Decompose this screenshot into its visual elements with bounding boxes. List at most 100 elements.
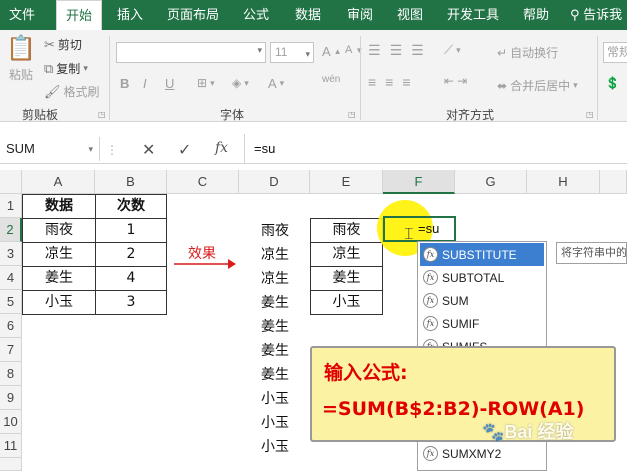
table-cell-e[interactable]: 雨夜 [310, 218, 383, 243]
autocomplete-item-label: SUBSTITUTE [442, 247, 517, 262]
autocomplete-item[interactable]: fx SUMIF [420, 312, 544, 335]
table-cell[interactable]: 1 [95, 218, 167, 243]
row-header[interactable]: 8 [0, 362, 22, 386]
row-header[interactable]: 4 [0, 266, 22, 290]
name-box[interactable]: SUM ▾ [0, 137, 100, 161]
orientation-button[interactable]: ⟋ ▾ [444, 42, 461, 58]
column-header[interactable]: H [527, 170, 600, 194]
table-cell[interactable]: 4 [95, 266, 167, 291]
font-size-select[interactable]: 11 ▾ [270, 42, 314, 63]
insert-function-button[interactable]: fx [215, 140, 228, 156]
paste-button[interactable]: 📋 粘贴 [6, 34, 36, 83]
align-top-icon: ☰ [368, 42, 387, 58]
cell-d[interactable]: 凉生 [245, 244, 305, 264]
dialog-launcher-icon[interactable]: ◳ [98, 110, 106, 119]
autocomplete-item[interactable]: fx SUM [420, 289, 544, 312]
table-cell[interactable]: 2 [95, 242, 167, 267]
formula-input[interactable]: =su [254, 141, 275, 156]
tab-formulas[interactable]: 公式 [236, 0, 276, 30]
row-header[interactable]: 5 [0, 290, 22, 314]
dialog-launcher-icon[interactable]: ◳ [586, 110, 594, 119]
table-cell[interactable]: 凉生 [22, 242, 96, 267]
cancel-button[interactable]: ✕ [142, 140, 155, 160]
cell-d[interactable]: 雨夜 [245, 220, 305, 240]
row-header[interactable]: 6 [0, 314, 22, 338]
align-left-icon: ≡ [368, 74, 383, 90]
cell-d[interactable]: 小玉 [245, 412, 305, 432]
column-header[interactable]: D [239, 170, 310, 194]
column-header[interactable]: A [22, 170, 95, 194]
copy-icon: ⧉ [44, 60, 54, 76]
horizontal-align-buttons[interactable]: ≡ ≡ ≡ [368, 74, 417, 90]
vertical-align-buttons[interactable]: ☰ ☰ ☰ [368, 42, 430, 59]
tab-data[interactable]: 数据 [288, 0, 328, 30]
column-header[interactable]: B [95, 170, 167, 194]
row-header[interactable]: 9 [0, 386, 22, 410]
select-all-corner[interactable] [0, 170, 22, 194]
enter-button[interactable]: ✓ [178, 140, 191, 160]
font-color-button[interactable]: A ▾ [268, 76, 284, 91]
column-header[interactable]: C [167, 170, 239, 194]
table-cell-e[interactable]: 姜生 [310, 266, 383, 291]
autocomplete-item[interactable]: fx SUMXMY2 [420, 442, 544, 465]
tab-insert[interactable]: 插入 [110, 0, 150, 30]
tab-view[interactable]: 视图 [390, 0, 430, 30]
table-header-data[interactable]: 数据 [22, 194, 96, 219]
table-cell[interactable]: 姜生 [22, 266, 96, 291]
tab-file[interactable]: 文件 [0, 0, 44, 30]
tab-review[interactable]: 审阅 [340, 0, 380, 30]
column-header-active[interactable]: F [383, 170, 455, 194]
row-header[interactable]: 7 [0, 338, 22, 362]
cell-d[interactable]: 小玉 [245, 388, 305, 408]
cell-d[interactable]: 姜生 [245, 340, 305, 360]
fill-color-button[interactable]: ◈ ▾ [232, 76, 249, 90]
cell-d[interactable]: 姜生 [245, 316, 305, 336]
table-cell[interactable]: 3 [95, 290, 167, 315]
indent-buttons[interactable]: ⇤ ⇥ [444, 74, 467, 88]
autocomplete-item[interactable]: fx SUBTOTAL [420, 266, 544, 289]
text-cursor-icon: ⌶ [404, 226, 414, 243]
column-header[interactable] [600, 170, 627, 194]
cut-label: 剪切 [57, 38, 82, 52]
currency-button[interactable]: 💲 [605, 76, 620, 90]
column-header[interactable]: G [455, 170, 527, 194]
font-name-select[interactable]: ▾ [116, 42, 266, 63]
cell-d[interactable]: 凉生 [245, 268, 305, 288]
tab-help[interactable]: 帮助 [516, 0, 556, 30]
table-header-count[interactable]: 次数 [95, 194, 167, 219]
cut-button[interactable]: ✂ 剪切 [44, 36, 82, 53]
column-header[interactable]: E [310, 170, 383, 194]
phonetic-button[interactable]: wén [322, 74, 340, 85]
cell-d[interactable]: 姜生 [245, 292, 305, 312]
search-icon: ⚲ [570, 7, 580, 22]
tab-page-layout[interactable]: 页面布局 [160, 0, 226, 30]
tab-developer[interactable]: 开发工具 [440, 0, 506, 30]
cell-d[interactable]: 姜生 [245, 364, 305, 384]
row-header[interactable]: 10 [0, 410, 22, 434]
table-cell[interactable]: 雨夜 [22, 218, 96, 243]
grow-font-button[interactable]: A ▲ [322, 44, 342, 59]
borders-button[interactable]: ⊞ ▾ [197, 76, 215, 90]
dialog-launcher-icon[interactable]: ◳ [348, 110, 356, 119]
active-cell[interactable]: =su [383, 216, 456, 242]
row-header-active[interactable]: 2 [0, 218, 22, 242]
wrap-text-button[interactable]: ↵ 自动换行 [497, 44, 558, 61]
row-header[interactable] [0, 458, 22, 471]
italic-button[interactable]: I [143, 76, 147, 91]
table-cell[interactable]: 小玉 [22, 290, 96, 315]
tab-home[interactable]: 开始 [56, 0, 102, 30]
row-header[interactable]: 11 [0, 434, 22, 458]
copy-button[interactable]: ⧉ 复制 ▾ [44, 60, 88, 77]
cell-d[interactable]: 小玉 [245, 436, 305, 456]
underline-button[interactable]: U [165, 76, 174, 91]
autocomplete-item-selected[interactable]: fx SUBSTITUTE [420, 243, 544, 266]
format-painter-button[interactable]: 🖌 格式刷 [44, 83, 100, 100]
merge-center-button[interactable]: ⬌ 合并后居中 ▾ [497, 77, 578, 94]
tell-me-search[interactable]: ⚲ 告诉我 [570, 0, 627, 30]
row-header[interactable]: 3 [0, 242, 22, 266]
table-cell-e[interactable]: 小玉 [310, 290, 383, 315]
table-cell-e[interactable]: 凉生 [310, 242, 383, 267]
number-format-select[interactable]: 常规 [603, 42, 627, 63]
bold-button[interactable]: B [120, 76, 129, 91]
row-header[interactable]: 1 [0, 194, 22, 218]
